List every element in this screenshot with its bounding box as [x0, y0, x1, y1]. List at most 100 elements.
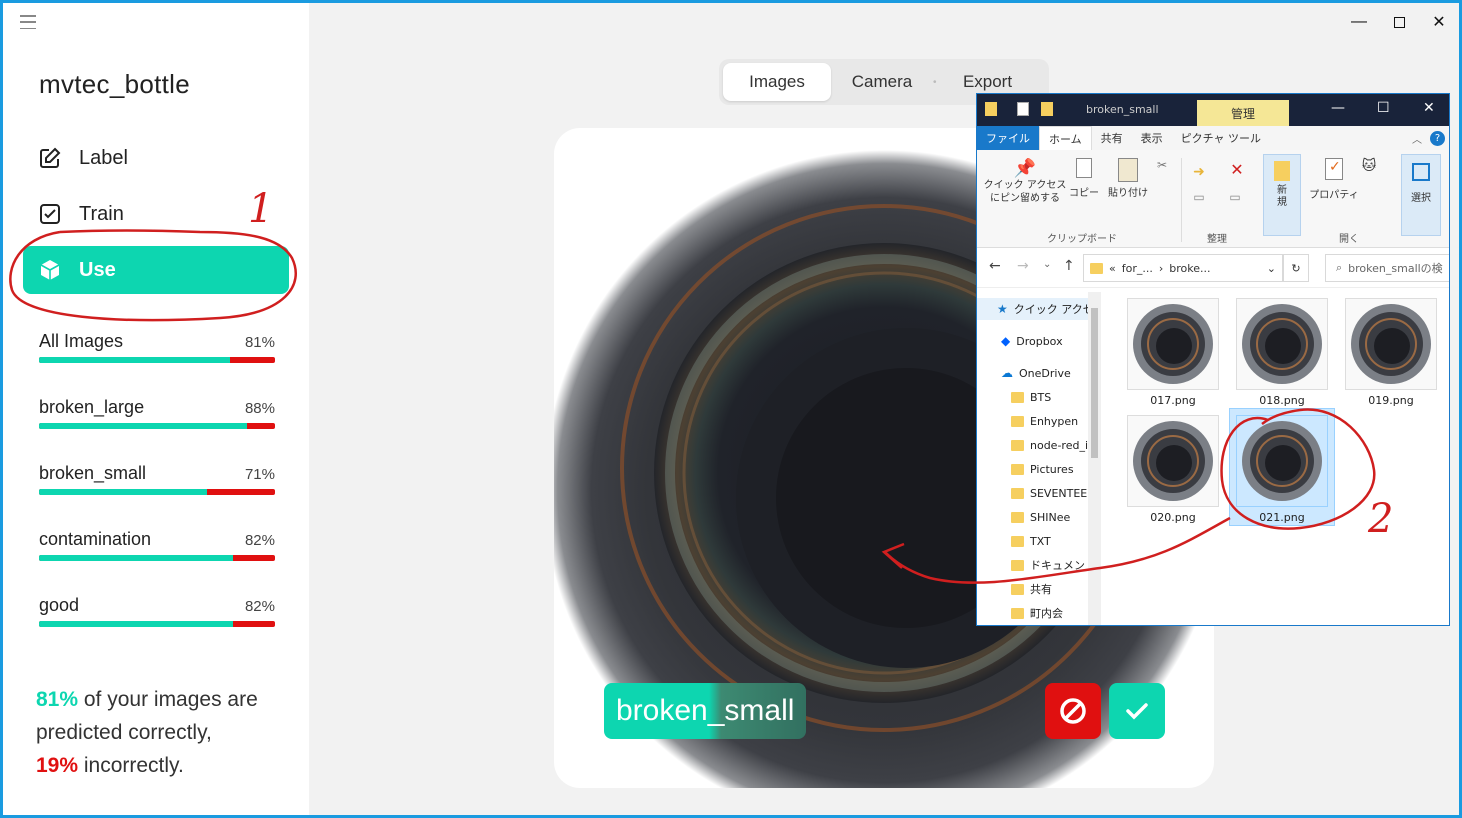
nav-folder-documents[interactable]: ドキュメント	[1011, 554, 1091, 576]
forward-arrow-icon[interactable]: →	[1017, 258, 1029, 274]
copy-label: コピー	[1069, 188, 1099, 199]
ribbon-collapse-icon[interactable]: ︿	[1412, 131, 1422, 146]
menu-picture-tools[interactable]: ピクチャ ツール	[1172, 126, 1270, 150]
copy-icon	[1076, 158, 1092, 178]
accept-button[interactable]	[1109, 683, 1165, 739]
copy-to-icon[interactable]: ▭	[1189, 190, 1209, 204]
explorer-ribbon: 📌 クイック アクセス にピン留めする コピー 貼り付け ✂ クリップボード ➜…	[977, 150, 1449, 248]
menu-home[interactable]: ホーム	[1039, 126, 1092, 150]
file-name[interactable]: 019.png	[1345, 394, 1437, 407]
nav-label: TXT	[1030, 534, 1051, 548]
menu-file[interactable]: ファイル	[977, 126, 1039, 150]
pin-label: クイック アクセス にピン留めする	[983, 180, 1067, 204]
properties-check-icon: ✓	[1325, 158, 1343, 180]
nav-onedrive[interactable]: ☁ OneDrive	[1001, 362, 1097, 384]
maximize-icon[interactable]	[1379, 9, 1419, 35]
properties-button[interactable]: ✓ プロパティ	[1309, 158, 1359, 201]
menu-share[interactable]: 共有	[1092, 126, 1132, 150]
nav-label: Dropbox	[1016, 334, 1063, 348]
nav-item-label-text: Label	[79, 146, 128, 169]
file-name[interactable]: 018.png	[1236, 394, 1328, 407]
nav-label: SEVENTEEN	[1030, 486, 1091, 500]
stat-all-images[interactable]: All Images 81%	[39, 331, 275, 363]
stat-good[interactable]: good 82%	[39, 595, 275, 627]
stat-name: broken_small	[39, 463, 147, 483]
nav-label: クイック アクセス	[1013, 303, 1093, 316]
pin-quick-access-button[interactable]: 📌 クイック アクセス にピン留めする	[983, 158, 1067, 205]
tab-images[interactable]: Images	[723, 63, 831, 101]
stat-name: good	[39, 595, 80, 615]
new-folder-button[interactable]: 新 規	[1263, 154, 1301, 236]
bottle-thumbnail	[1351, 304, 1431, 384]
up-arrow-icon[interactable]: ↑	[1063, 258, 1075, 274]
tab-camera[interactable]: Camera	[831, 63, 933, 101]
nav-item-train[interactable]: Train	[23, 190, 289, 238]
menu-view[interactable]: 表示	[1132, 126, 1172, 150]
back-arrow-icon[interactable]: ←	[989, 258, 1001, 274]
file-thumbnail[interactable]	[1345, 298, 1437, 390]
move-to-icon[interactable]: ➜	[1189, 164, 1209, 180]
stat-broken-large[interactable]: broken_large 88%	[39, 397, 275, 429]
paste-button[interactable]: 貼り付け	[1105, 158, 1151, 199]
nav-folder-seventeen[interactable]: SEVENTEEN	[1011, 482, 1091, 504]
file-explorer-window: broken_small 管理 — ☐ ✕ ファイル ホーム 共有 表示 ピクチ…	[976, 93, 1450, 626]
stat-pct: 82%	[244, 598, 275, 615]
manage-tab[interactable]: 管理	[1197, 100, 1289, 126]
menu-icon[interactable]	[20, 15, 36, 29]
explorer-titlebar: broken_small 管理 — ☐ ✕	[977, 94, 1449, 126]
stat-pct: 82%	[244, 532, 275, 549]
close-icon[interactable]: ✕	[1419, 9, 1459, 35]
checkbox-icon	[37, 201, 63, 227]
recent-dropdown-icon[interactable]: ⌄	[1043, 259, 1051, 270]
reject-button[interactable]	[1045, 683, 1101, 739]
new-folder-icon[interactable]	[1041, 102, 1053, 116]
rename-icon[interactable]: ▭	[1225, 190, 1245, 204]
refresh-icon[interactable]: ↻	[1283, 254, 1309, 282]
nav-label: BTS	[1030, 390, 1052, 404]
search-box[interactable]: ⌕ broken_smallの検	[1325, 254, 1449, 282]
nav-item-use[interactable]: Use	[23, 246, 289, 294]
stat-name: broken_large	[39, 397, 145, 417]
window-controls: — ✕	[1339, 9, 1459, 35]
file-thumbnail[interactable]	[1127, 415, 1219, 507]
nav-label: OneDrive	[1019, 366, 1071, 380]
help-icon[interactable]: ?	[1430, 130, 1445, 146]
address-bar-row: ← → ⌄ ↑ « for_... › broke... ⌄ ↻ ⌕ broke…	[977, 248, 1449, 288]
file-thumbnail-selected[interactable]	[1236, 415, 1328, 507]
address-segment-1[interactable]: for_...	[1122, 262, 1153, 275]
file-thumbnail[interactable]	[1236, 298, 1328, 390]
tab-separator: •	[933, 76, 937, 88]
explorer-minimize-icon[interactable]: —	[1331, 100, 1345, 116]
nav-dropbox[interactable]: ◆ Dropbox	[1001, 330, 1097, 352]
scrollbar-thumb[interactable]	[1091, 308, 1098, 458]
address-dropdown-icon[interactable]: ⌄	[1267, 262, 1276, 275]
file-name-selected[interactable]: 021.png	[1236, 511, 1328, 524]
explorer-maximize-icon[interactable]: ☐	[1377, 100, 1390, 116]
address-bar[interactable]: « for_... › broke... ⌄	[1083, 254, 1283, 282]
summary-line2: predicted correctly,	[36, 721, 212, 744]
address-segment-2[interactable]: broke...	[1169, 262, 1210, 275]
file-name[interactable]: 017.png	[1127, 394, 1219, 407]
stat-bar	[39, 357, 275, 363]
minimize-icon[interactable]: —	[1339, 9, 1379, 35]
nav-folder-node-red[interactable]: node-red_i	[1011, 434, 1091, 456]
explorer-close-icon[interactable]: ✕	[1423, 100, 1435, 116]
explorer-title: broken_small	[1086, 103, 1159, 116]
stat-bar-fill	[39, 489, 207, 495]
stat-broken-small[interactable]: broken_small 71%	[39, 463, 275, 495]
copy-button[interactable]: コピー	[1069, 158, 1099, 199]
file-grid: 017.png 018.png 019.png 020.png 021.png	[1103, 288, 1449, 625]
stat-contamination[interactable]: contamination 82%	[39, 529, 275, 561]
folder-icon	[1011, 415, 1024, 427]
delete-icon[interactable]: ✕	[1225, 160, 1249, 179]
nav-quick-access[interactable]: ★ クイック アクセス	[997, 298, 1093, 320]
open-with-icon[interactable]: 🐱	[1359, 158, 1379, 174]
file-thumbnail[interactable]	[1127, 298, 1219, 390]
properties-icon[interactable]	[1017, 102, 1029, 116]
file-name[interactable]: 020.png	[1127, 511, 1219, 524]
cut-icon[interactable]: ✂	[1155, 158, 1169, 172]
select-button[interactable]: 選択	[1401, 154, 1441, 236]
nav-item-label[interactable]: Label	[23, 134, 289, 182]
nav-scrollbar[interactable]	[1088, 292, 1101, 625]
nav-label: 町内会	[1030, 607, 1063, 620]
